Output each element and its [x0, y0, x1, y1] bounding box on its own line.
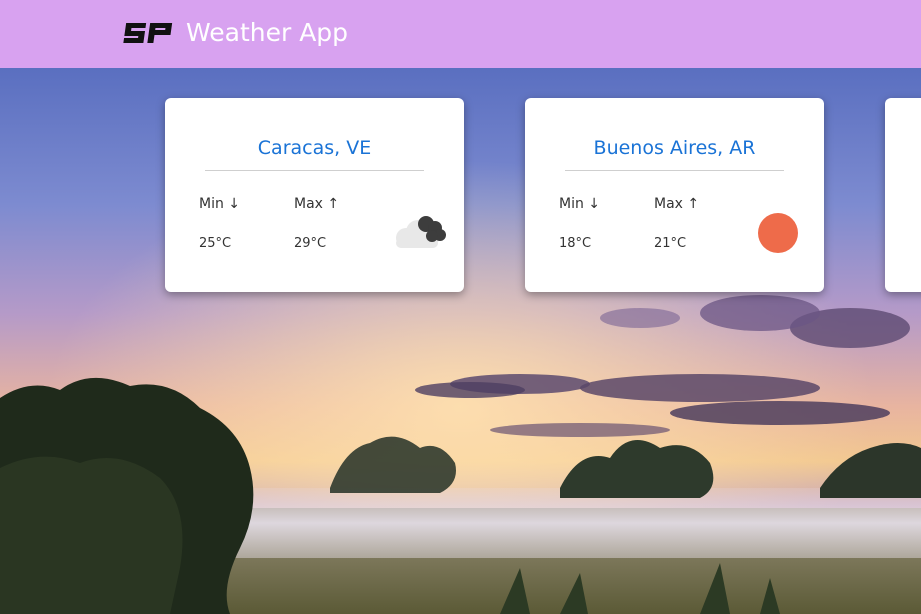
min-label: Min ↓ [559, 195, 600, 213]
app-title: Weather App [186, 18, 349, 47]
sp-logo-icon[interactable] [121, 17, 177, 47]
weather-app-page: Weather App Caracas, VE Min ↓ Max ↑ 25°C… [0, 0, 921, 614]
max-label-text: Max [654, 196, 683, 212]
min-label-text: Min [199, 196, 224, 212]
cloudy-icon [396, 216, 446, 248]
min-temp-value: 18°C [559, 236, 592, 251]
max-label-text: Max [294, 196, 323, 212]
max-label: Max ↑ [294, 195, 339, 213]
min-label-text: Min [559, 196, 584, 212]
arrow-down-icon: ↓ [228, 196, 241, 212]
min-temp-value: 25°C [199, 236, 232, 251]
city-name: Buenos Aires, AR [593, 137, 756, 159]
arrow-up-icon: ↑ [327, 196, 340, 212]
sun-icon [758, 213, 798, 253]
weather-card-partial[interactable] [885, 98, 921, 292]
max-label: Max ↑ [654, 195, 699, 213]
app-header: Weather App [0, 0, 921, 68]
min-label: Min ↓ [199, 195, 240, 213]
arrow-down-icon: ↓ [588, 196, 601, 212]
max-temp-value: 21°C [654, 236, 687, 251]
arrow-up-icon: ↑ [687, 196, 700, 212]
card-divider [205, 170, 424, 171]
city-name: Caracas, VE [257, 137, 372, 159]
max-temp-value: 29°C [294, 236, 327, 251]
weather-card-caracas[interactable]: Caracas, VE Min ↓ Max ↑ 25°C 29°C [165, 98, 464, 292]
card-divider [565, 170, 784, 171]
weather-card-buenos-aires[interactable]: Buenos Aires, AR Min ↓ Max ↑ 18°C 21°C [525, 98, 824, 292]
